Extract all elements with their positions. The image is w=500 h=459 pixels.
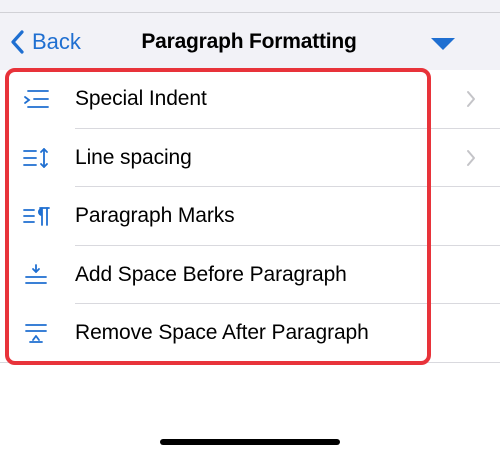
chevron-right-icon — [467, 149, 475, 166]
navigation-bar: Back Paragraph Formatting — [0, 13, 500, 70]
page-title: Paragraph Formatting — [141, 30, 357, 53]
list-item-add-space-before[interactable]: Add Space Before Paragraph — [0, 245, 500, 304]
separator — [0, 361, 500, 363]
chevron-right-icon — [467, 91, 475, 108]
list-item-label: Special Indent — [75, 87, 207, 111]
list-item-special-indent[interactable]: Special Indent — [0, 70, 500, 129]
dropdown-triangle-icon[interactable] — [430, 35, 456, 53]
home-indicator[interactable] — [160, 439, 340, 445]
formatting-options-list: Special Indent Line spacing Paragraph Ma… — [0, 70, 500, 363]
add-space-before-icon — [25, 263, 47, 284]
list-item-paragraph-marks[interactable]: Paragraph Marks — [0, 187, 500, 246]
list-item-label: Remove Space After Paragraph — [75, 321, 369, 345]
list-item-label: Add Space Before Paragraph — [75, 262, 347, 286]
remove-space-after-icon — [25, 324, 47, 344]
special-indent-icon — [24, 90, 49, 109]
list-item-remove-space-after[interactable]: Remove Space After Paragraph — [0, 304, 500, 363]
paragraph-marks-icon — [23, 207, 50, 227]
list-item-label: Line spacing — [75, 145, 192, 169]
line-spacing-icon — [23, 147, 48, 168]
status-strip — [0, 0, 500, 13]
list-item-label: Paragraph Marks — [75, 204, 235, 228]
list-item-line-spacing[interactable]: Line spacing — [0, 128, 500, 187]
